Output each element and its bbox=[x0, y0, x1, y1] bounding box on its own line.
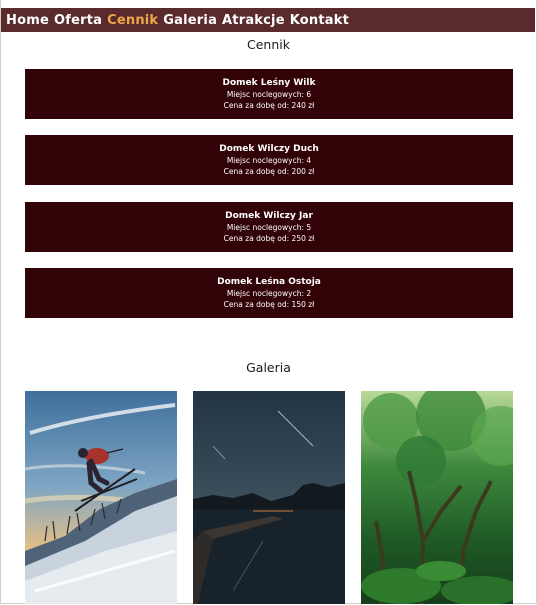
nav-galeria[interactable]: Galeria bbox=[163, 13, 217, 28]
cabin-name: Domek Wilczy Jar bbox=[225, 211, 313, 221]
price-card: Domek Leśny Wilk Miejsc noclegowych: 6 C… bbox=[25, 69, 513, 119]
cabin-name: Domek Leśna Ostoja bbox=[217, 277, 321, 287]
cabin-name: Domek Wilczy Duch bbox=[219, 144, 319, 154]
cabin-price: Cena za dobę od: 250 zł bbox=[223, 234, 315, 243]
skier-photo[interactable] bbox=[25, 391, 177, 604]
price-card: Domek Wilczy Duch Miejsc noclegowych: 4 … bbox=[25, 135, 513, 185]
nav-atrakcje[interactable]: Atrakcje bbox=[222, 13, 285, 28]
price-card: Domek Wilczy Jar Miejsc noclegowych: 5 C… bbox=[25, 202, 513, 252]
nav-oferta[interactable]: Oferta bbox=[54, 13, 102, 28]
cabin-name: Domek Leśny Wilk bbox=[222, 78, 316, 88]
price-card: Domek Leśna Ostoja Miejsc noclegowych: 2… bbox=[25, 268, 513, 318]
cabin-beds: Miejsc noclegowych: 2 bbox=[226, 289, 312, 298]
forest-photo[interactable] bbox=[361, 391, 513, 604]
cabin-beds: Miejsc noclegowych: 5 bbox=[226, 223, 312, 232]
cabin-price: Cena za dobę od: 150 zł bbox=[223, 300, 315, 309]
cabin-price: Cena za dobę od: 200 zł bbox=[223, 167, 315, 176]
lake-sunset-photo[interactable] bbox=[193, 391, 345, 604]
nav-kontakt[interactable]: Kontakt bbox=[290, 13, 349, 28]
nav-home[interactable]: Home bbox=[6, 13, 49, 28]
nav-cennik[interactable]: Cennik bbox=[107, 13, 158, 28]
cabin-price: Cena za dobę od: 240 zł bbox=[223, 101, 315, 110]
cabin-beds: Miejsc noclegowych: 6 bbox=[226, 90, 312, 99]
cabin-beds: Miejsc noclegowych: 4 bbox=[226, 156, 312, 165]
pricing-title: Cennik bbox=[247, 37, 290, 52]
main-navbar: Home Oferta Cennik Galeria Atrakcje Kont… bbox=[1, 8, 535, 32]
gallery-title: Galeria bbox=[246, 360, 291, 375]
